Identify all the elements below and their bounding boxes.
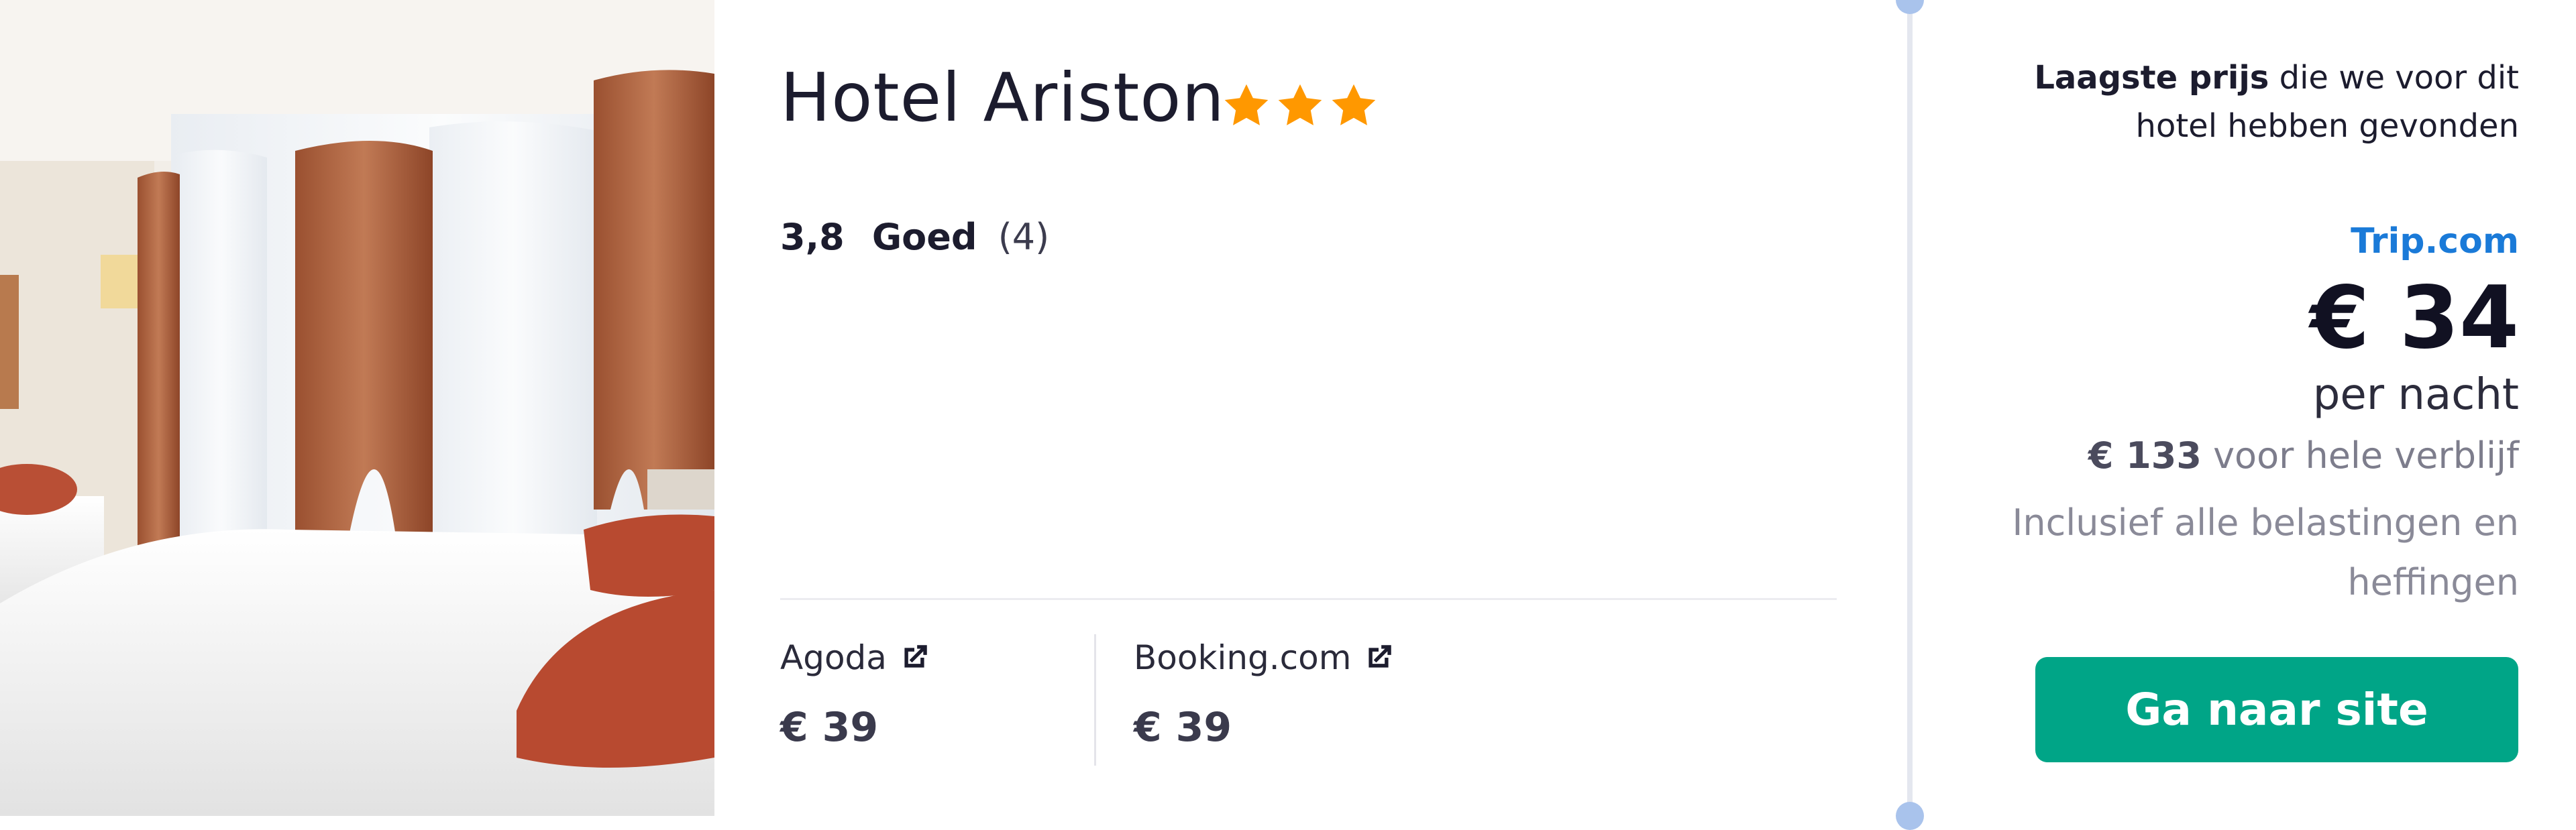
total-amount: € 133	[2088, 434, 2202, 477]
lowest-price-note: Laagste prijs die we voor dit hotel hebb…	[1982, 54, 2519, 150]
deal-price[interactable]: € 34	[2310, 271, 2519, 366]
external-link-icon	[904, 645, 927, 668]
review-count: (4)	[998, 216, 1050, 258]
provider-name: Agoda	[780, 638, 887, 677]
star-icon	[1278, 84, 1322, 125]
taxes-note: Inclusief alle belastingen en heffingen	[2012, 501, 2519, 604]
provider-name: Booking.com	[1134, 638, 1352, 677]
total-stay-price: € 133 voor hele verblijf	[2088, 434, 2519, 477]
timeline-dot	[1896, 802, 1924, 830]
star-icon	[1224, 84, 1269, 125]
hotel-room-image	[0, 0, 714, 816]
total-label: voor hele verblijf	[2201, 434, 2519, 477]
deal-site-name[interactable]: Trip.com	[2351, 221, 2519, 261]
guest-rating[interactable]: 3,8 Goed (4)	[780, 216, 1049, 258]
lowest-price-label: Laagste prijs	[2034, 59, 2269, 97]
external-link-icon	[1368, 645, 1392, 668]
per-night-label: per nacht	[2312, 370, 2519, 420]
timeline-dot	[1896, 0, 1924, 14]
timeline-line	[1907, 0, 1913, 816]
divider	[780, 598, 1837, 600]
divider	[1094, 634, 1096, 766]
hotel-result-card[interactable]: Hotel Ariston 3,8 Goed (4) Agoda € 39 Bo…	[0, 0, 2576, 830]
hotel-name[interactable]: Hotel Ariston	[780, 59, 1225, 136]
provider-price: € 39	[1134, 704, 1232, 751]
hotel-star-rating	[1221, 80, 1379, 131]
go-to-site-button[interactable]: Ga naar site	[2035, 657, 2518, 762]
hotel-photo[interactable]	[0, 0, 714, 816]
rating-label: Goed	[871, 216, 977, 258]
provider-offer-agoda[interactable]: Agoda € 39	[780, 638, 931, 751]
star-icon	[1332, 84, 1376, 125]
rating-score: 3,8	[780, 216, 845, 258]
provider-offer-booking[interactable]: Booking.com € 39	[1134, 638, 1395, 751]
provider-price: € 39	[780, 704, 879, 751]
